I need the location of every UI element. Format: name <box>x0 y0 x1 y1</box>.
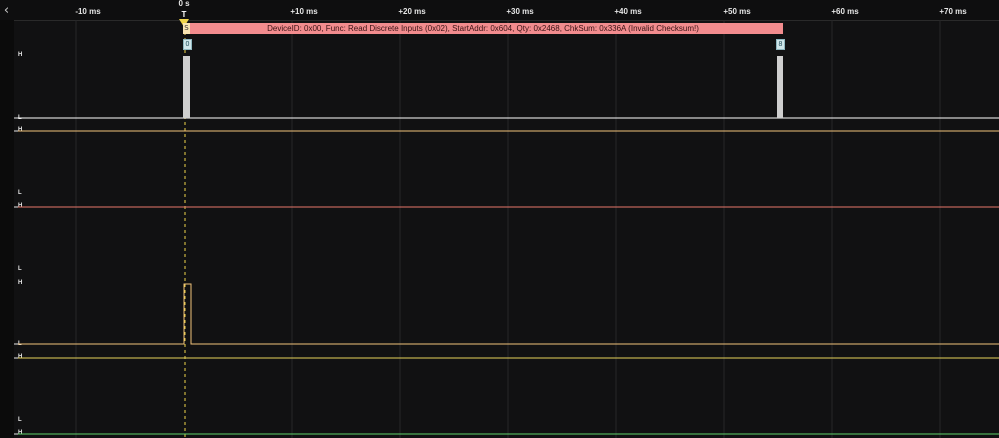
channel-3-wave <box>14 283 999 345</box>
tick-label: -10 ms <box>75 7 101 16</box>
time-ruler[interactable]: ‹ -10 ms 0 s +10 ms +20 ms +30 ms +40 ms… <box>0 0 999 21</box>
channel-0-pulse-end <box>777 56 783 118</box>
frame-start-marker[interactable]: S <box>183 23 190 34</box>
tick-label: +40 ms <box>614 7 642 16</box>
tick-label: +50 ms <box>723 7 751 16</box>
channel-0-pulse-start <box>183 56 190 118</box>
zero-time-label: 0 s <box>178 0 190 8</box>
tick-label: +70 ms <box>939 7 967 16</box>
tick-label: +60 ms <box>831 7 859 16</box>
byte-start-badge[interactable]: 0 <box>183 39 192 50</box>
chevron-left-icon[interactable]: ‹ <box>0 0 13 20</box>
tick-label: +20 ms <box>398 7 426 16</box>
tick-label: +30 ms <box>506 7 534 16</box>
modbus-frame-annotation[interactable]: DeviceID: 0x00, Func: Read Discrete Inpu… <box>183 23 783 34</box>
byte-end-badge[interactable]: 8 <box>776 39 785 50</box>
waveforms[interactable] <box>0 20 999 438</box>
tick-label: +10 ms <box>290 7 318 16</box>
